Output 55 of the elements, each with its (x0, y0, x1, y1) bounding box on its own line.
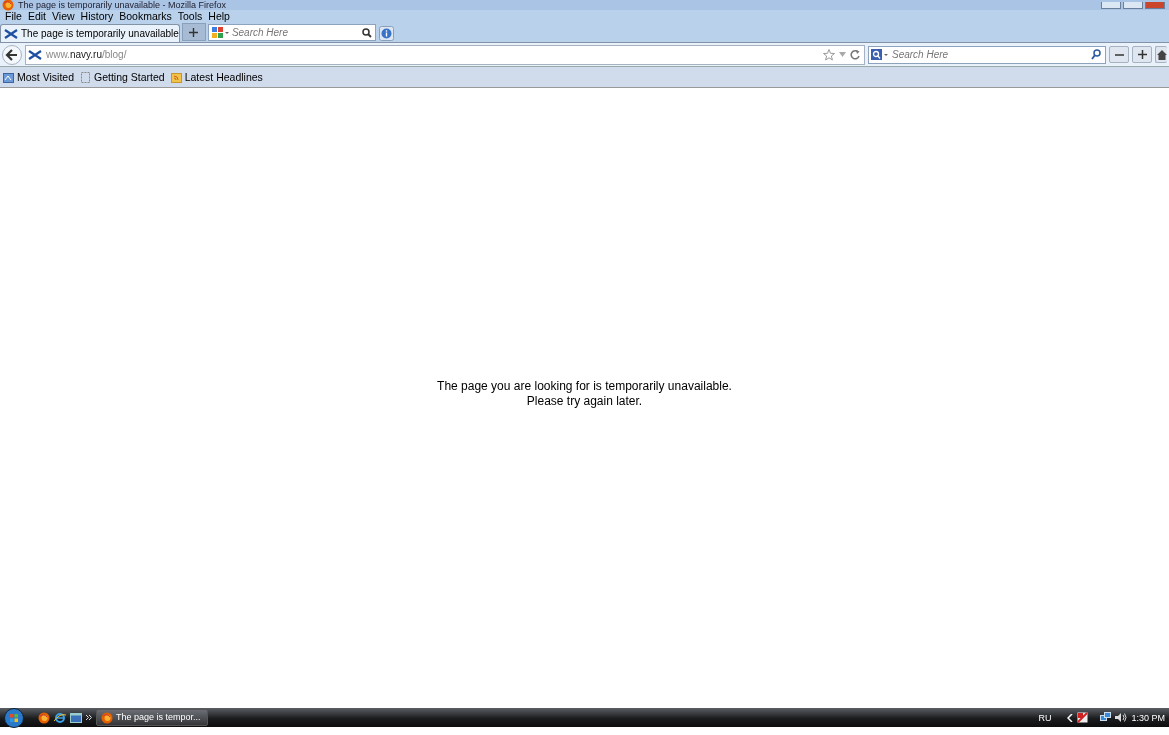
error-message: The page you are looking for is temporarily unavailable. (437, 379, 732, 394)
taskbar-window-button[interactable]: The page is tempor... (96, 709, 208, 726)
bookmark-item[interactable]: Getting Started (80, 71, 165, 83)
menu-item[interactable]: Edit (24, 10, 49, 23)
zoom-in-button[interactable] (1132, 46, 1152, 63)
search-icon[interactable] (361, 27, 372, 38)
minimize-button[interactable] (1101, 1, 1121, 9)
browser-tab[interactable]: The page is temporarily unavailable (0, 24, 180, 42)
clock[interactable]: 1:30 PM (1131, 712, 1165, 723)
flag-x-icon (4, 27, 18, 40)
menu-item[interactable]: Tools (174, 10, 206, 23)
flag-crossed-icon[interactable] (1077, 712, 1089, 723)
search-box[interactable]: Search Here (868, 45, 1106, 64)
menu-item[interactable]: Bookmarks (116, 10, 175, 23)
reload-icon[interactable] (850, 49, 860, 60)
folder-icon (3, 71, 14, 83)
plus-icon (1137, 50, 1147, 59)
firefox-icon (101, 711, 113, 724)
restore-button[interactable] (1123, 1, 1143, 9)
home-button[interactable] (1155, 46, 1167, 63)
menu-item[interactable]: File (2, 10, 25, 23)
new-tab-button[interactable] (181, 23, 206, 41)
window-title: The page is temporarily unavailable - Mozilla Firefox (18, 0, 227, 10)
feed-folder-icon (170, 71, 182, 83)
toolbar-search-box[interactable]: Search Here (207, 24, 376, 41)
language-indicator[interactable]: RU (1038, 712, 1052, 723)
plus-icon (189, 27, 199, 37)
network-icon[interactable] (1100, 712, 1112, 723)
info-button-icon[interactable] (378, 26, 394, 41)
close-button[interactable] (1145, 1, 1165, 9)
double-chevron-icon[interactable] (86, 715, 92, 720)
bookmark-item[interactable]: Latest Headlines (170, 71, 263, 83)
speaker-icon[interactable] (1115, 712, 1128, 723)
desktop-icon[interactable] (70, 711, 82, 724)
globe-e-icon[interactable] (54, 711, 66, 724)
zoom-out-button[interactable] (1109, 46, 1129, 63)
house-icon (1156, 49, 1167, 60)
menu-item[interactable]: History (77, 10, 117, 23)
address-bar[interactable]: www.navy.ru/blog/ (25, 44, 865, 65)
menu-item[interactable]: Help (205, 10, 233, 23)
chevron-left-icon[interactable] (1067, 713, 1074, 722)
colored-squares-icon (211, 27, 229, 38)
firefox-icon (2, 0, 14, 11)
start-orb-icon[interactable] (4, 707, 24, 728)
error-message: Please try again later. (526, 394, 643, 409)
search-engine-icon[interactable] (871, 49, 888, 60)
firefox-icon[interactable] (38, 711, 50, 724)
search-input[interactable]: Search Here (892, 49, 1087, 60)
menu-item[interactable]: View (49, 10, 78, 23)
star-icon[interactable] (823, 48, 835, 61)
flag-x-icon (28, 48, 42, 61)
search-icon[interactable] (1091, 49, 1101, 60)
search-input[interactable]: Search Here (231, 27, 359, 38)
bookmark-item[interactable]: Most Visited (3, 71, 74, 83)
page-icon (80, 71, 91, 83)
